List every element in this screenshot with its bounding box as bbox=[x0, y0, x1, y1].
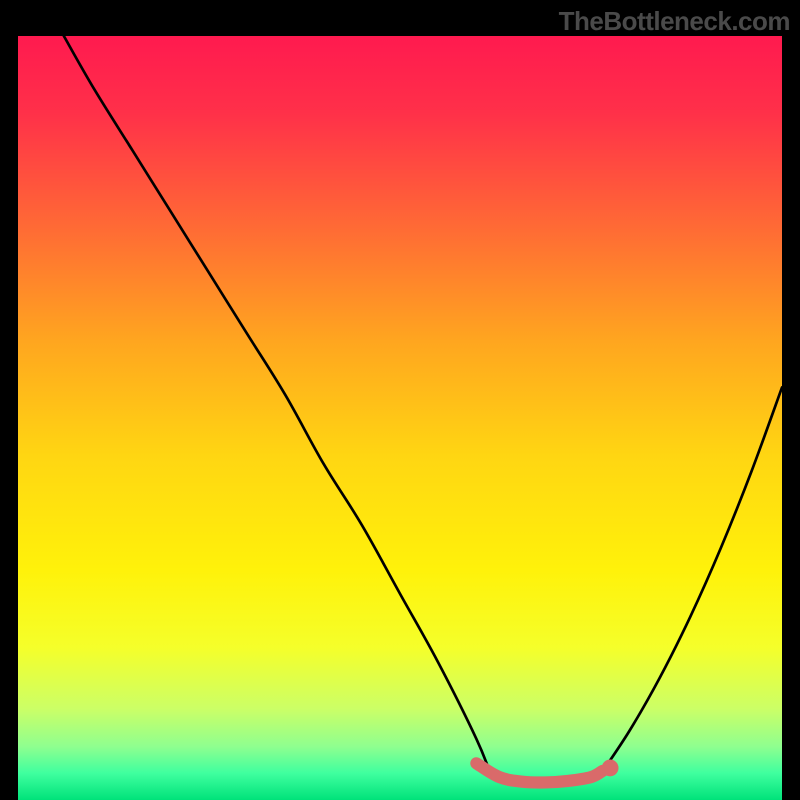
curve-right-arm bbox=[599, 387, 782, 777]
watermark-text: TheBottleneck.com bbox=[559, 6, 790, 37]
plot-area bbox=[18, 36, 782, 782]
accent-segment bbox=[476, 763, 602, 782]
curve-left-arm bbox=[64, 36, 492, 777]
chart-frame: TheBottleneck.com bbox=[0, 0, 800, 800]
curves-layer bbox=[18, 36, 782, 800]
accent-dot bbox=[602, 760, 619, 777]
